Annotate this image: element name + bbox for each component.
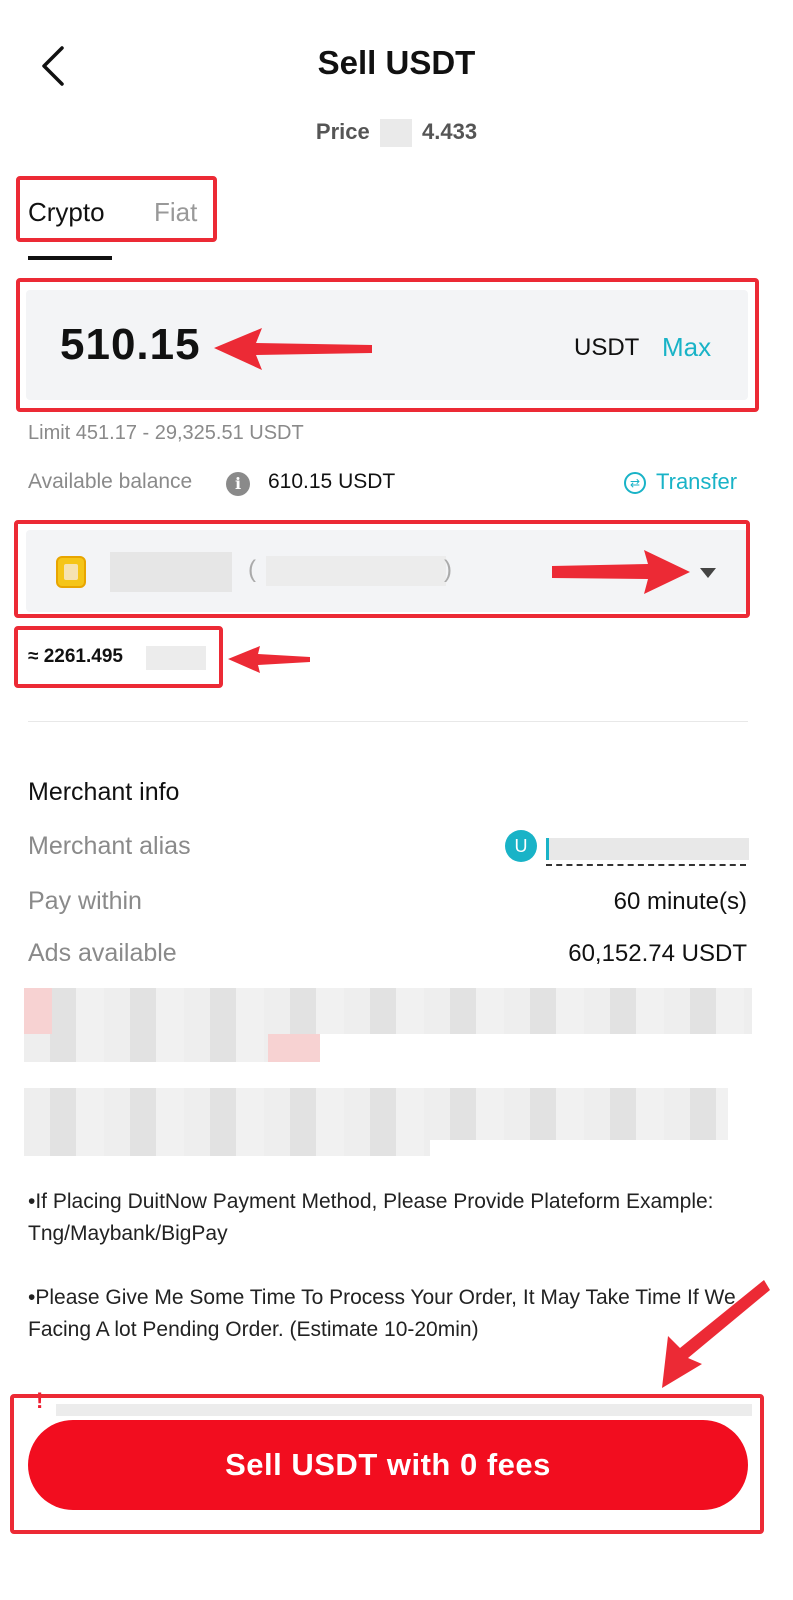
annotation-arrow-fiat bbox=[228, 646, 310, 673]
annotation-arrows bbox=[214, 328, 770, 1388]
annotation-arrow-amount bbox=[214, 328, 372, 370]
annotation-arrow-sell bbox=[662, 1280, 770, 1388]
annotation-arrow-dropdown bbox=[552, 550, 690, 594]
